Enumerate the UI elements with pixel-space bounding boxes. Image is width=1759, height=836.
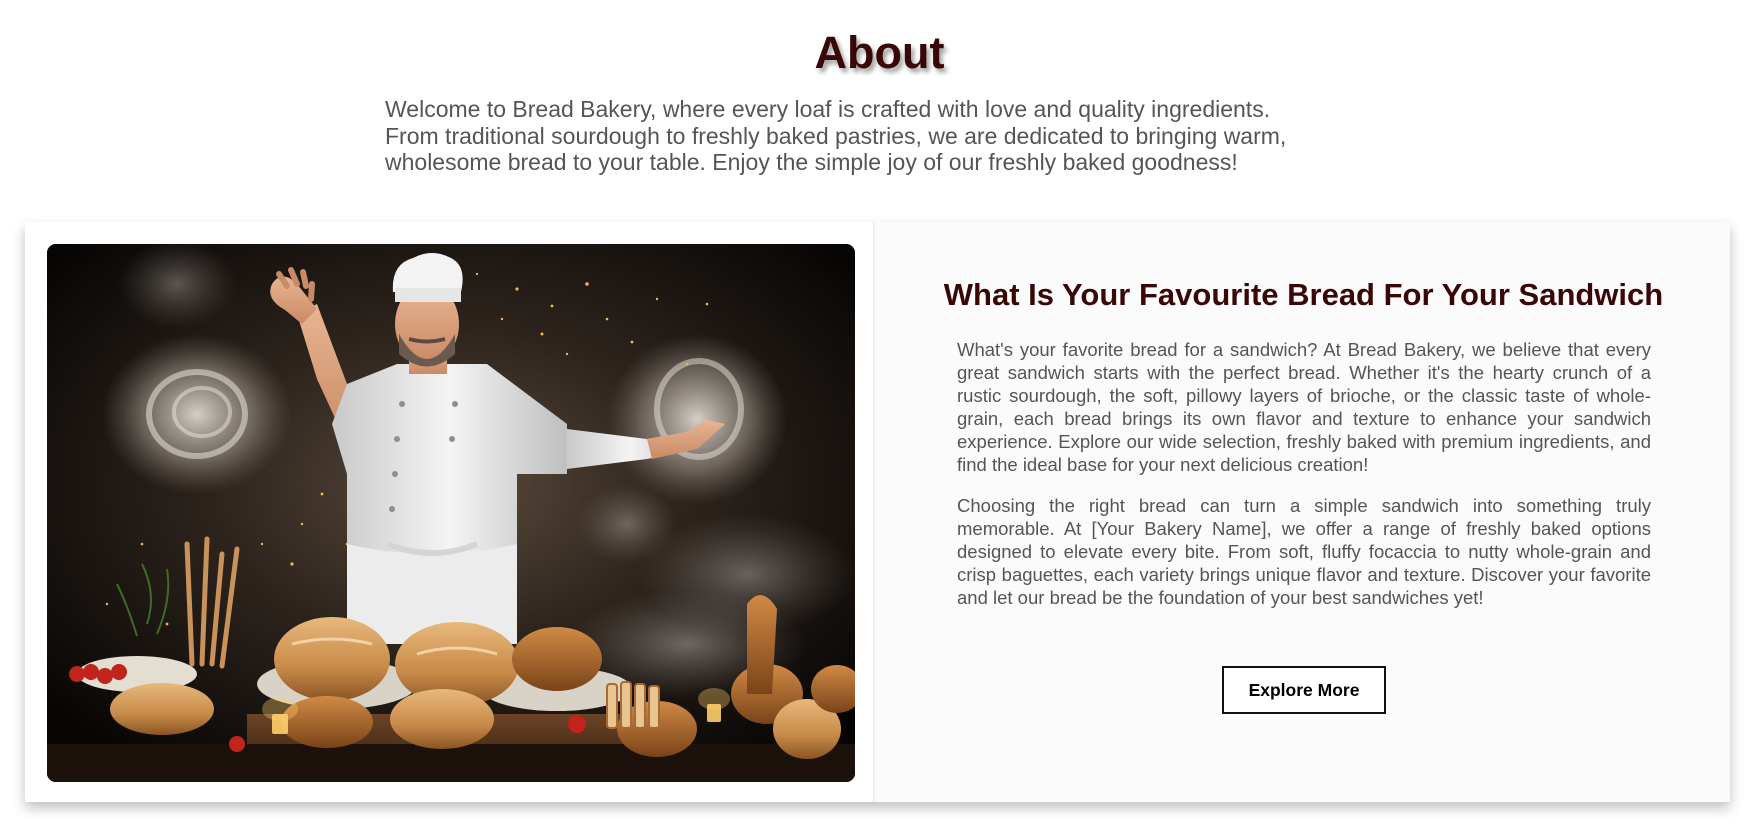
about-title: About: [814, 27, 945, 78]
feature-paragraph-2: Choosing the right bread can turn a simp…: [957, 495, 1651, 608]
feature-text-panel: What Is Your Favourite Bread For Your Sa…: [877, 222, 1730, 802]
feature-paragraph-1: What's your favorite bread for a sandwic…: [957, 339, 1651, 475]
image-panel: [25, 222, 875, 802]
about-intro-text: Welcome to Bread Bakery, where every loa…: [385, 96, 1287, 175]
chef-illustration: [47, 244, 855, 782]
feature-title: What Is Your Favourite Bread For Your Sa…: [943, 277, 1664, 312]
explore-more-button[interactable]: Explore More: [1222, 666, 1386, 714]
chef-bread-image: [47, 244, 855, 782]
feature-card: What Is Your Favourite Bread For Your Sa…: [25, 222, 1730, 802]
